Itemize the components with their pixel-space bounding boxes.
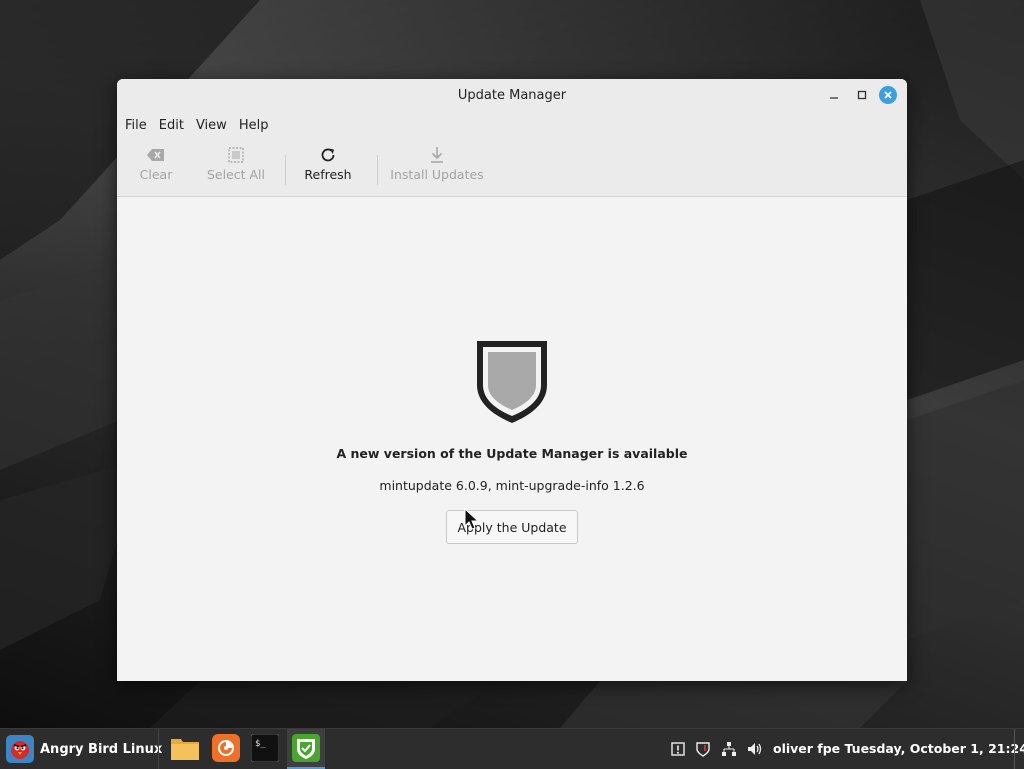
minimize-button[interactable]	[823, 79, 845, 111]
select-all-label: Select All	[206, 167, 266, 182]
angry-bird-icon	[6, 735, 34, 763]
shield-tray-icon[interactable]	[694, 740, 712, 758]
download-icon	[429, 145, 445, 165]
launcher-files[interactable]	[170, 733, 200, 763]
title-bar[interactable]: Update Manager	[117, 79, 907, 111]
user-and-clock[interactable]: oliver fpe Tuesday, October 1, 21:24	[773, 741, 1024, 756]
updates-tray-icon[interactable]	[669, 740, 687, 758]
refresh-icon	[319, 145, 337, 165]
svg-text:$_: $_	[255, 739, 266, 749]
minimize-icon	[830, 97, 838, 99]
select-all-button[interactable]: Select All	[205, 145, 267, 189]
maximize-icon	[857, 90, 867, 100]
start-menu-label: Angry Bird Linux	[40, 741, 163, 757]
main-content: A new version of the Update Manager is a…	[117, 197, 907, 681]
close-icon	[879, 86, 897, 104]
install-updates-button[interactable]: Install Updates	[389, 145, 485, 189]
menu-bar: File Edit View Help	[117, 111, 907, 139]
menu-view[interactable]: View	[190, 118, 233, 133]
volume-icon[interactable]	[746, 740, 764, 758]
network-icon[interactable]	[720, 740, 738, 758]
install-updates-label: Install Updates	[390, 167, 484, 182]
show-desktop-edge[interactable]	[1014, 729, 1015, 769]
refresh-label: Refresh	[304, 167, 352, 182]
maximize-button[interactable]	[851, 79, 873, 111]
select-all-icon	[228, 145, 244, 165]
window-title: Update Manager	[457, 87, 567, 103]
folder-icon	[171, 739, 199, 760]
menu-file[interactable]: File	[119, 118, 153, 133]
clear-button[interactable]: Clear	[125, 145, 187, 189]
refresh-button[interactable]: Refresh	[297, 145, 359, 189]
update-shield-icon	[292, 734, 320, 762]
update-manager-window: Update Manager File Edit View Help Clear	[117, 79, 907, 681]
taskbar-separator	[158, 729, 159, 769]
mouse-cursor-icon	[464, 508, 480, 530]
backspace-icon	[147, 145, 165, 165]
start-menu-button[interactable]: Angry Bird Linux	[6, 733, 162, 765]
terminal-icon: $_	[251, 734, 279, 762]
toolbar-separator	[377, 155, 378, 185]
update-headline: A new version of the Update Manager is a…	[336, 446, 688, 461]
launcher-firefox[interactable]	[211, 733, 241, 763]
launcher-terminal[interactable]: $_	[250, 733, 280, 763]
toolbar-separator	[285, 155, 286, 185]
toolbar: Clear Select All Refresh Install Updates	[117, 139, 907, 197]
menu-edit[interactable]: Edit	[153, 118, 190, 133]
clear-label: Clear	[139, 167, 173, 182]
shield-icon	[477, 341, 547, 423]
update-versions: mintupdate 6.0.9, mint-upgrade-info 1.2.…	[379, 478, 645, 493]
taskbar: Angry Bird Linux $_ oliver fpe Tuesday, …	[0, 728, 1024, 769]
launcher-update-manager[interactable]	[291, 733, 321, 763]
close-button[interactable]	[877, 79, 899, 111]
menu-help[interactable]: Help	[233, 118, 275, 133]
firefox-icon	[212, 734, 240, 762]
